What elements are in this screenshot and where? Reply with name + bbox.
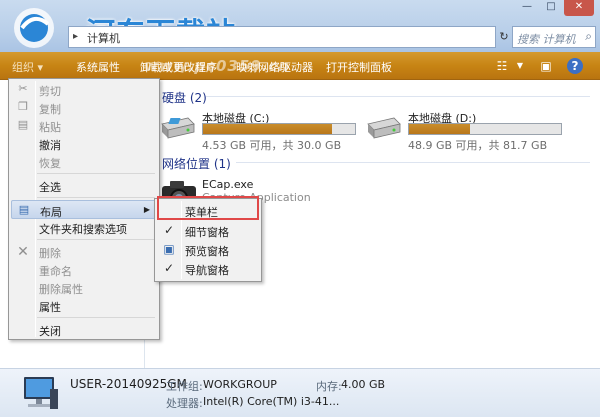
- search-icon: ⌕: [585, 29, 592, 43]
- menu-item-copy[interactable]: ❐ 复制: [11, 98, 157, 117]
- menu-item-label: 删除属性: [39, 283, 83, 296]
- submenu-item-preview-pane[interactable]: ▣ 预览窗格: [157, 240, 259, 259]
- menu-separator: [37, 317, 155, 318]
- watermark-url: www.pc0359.cn: [144, 57, 290, 75]
- command-bar: 组织 ▾ 系统属性 卸载或更改程序 映射网络驱动器 打开控制面板 ☷ ▼ ▣ ?: [0, 52, 600, 80]
- address-bar[interactable]: ▸ 计算机: [68, 26, 496, 48]
- submenu-item-navigation-pane[interactable]: ✓ 导航窗格: [157, 259, 259, 278]
- group-header-hard-disks[interactable]: 硬盘 (2): [162, 89, 207, 106]
- processor-label: 处理器:: [166, 397, 203, 410]
- menu-item-paste[interactable]: ▤ 粘贴: [11, 116, 157, 135]
- menu-item-label: 恢复: [39, 157, 61, 170]
- menu-separator: [37, 197, 155, 198]
- context-menu: ✂ 剪切 ❐ 复制 ▤ 粘贴 撤消 恢复 全选 ▤ 布局 ▶ 文件夹和搜索选项 …: [8, 78, 160, 340]
- maximize-button[interactable]: □: [540, 0, 562, 16]
- title-bar: 河东下载站 — □ ✕ ▸ 计算机 ↻ 搜索 计算机 ⌕: [0, 0, 600, 52]
- menu-item-label: 全选: [39, 181, 61, 194]
- submenu-arrow-icon: ▶: [143, 205, 150, 214]
- drive-c-free-space: 4.53 GB 可用，共 30.0 GB: [202, 139, 342, 152]
- menu-item-rename[interactable]: 重命名: [11, 260, 157, 279]
- menu-item-label: 删除: [39, 247, 61, 260]
- computer-icon: [24, 377, 58, 409]
- close-button[interactable]: ✕: [564, 0, 594, 16]
- watermark-logo: [14, 8, 54, 48]
- menu-item-layout[interactable]: ▤ 布局 ▶: [11, 200, 157, 219]
- menu-item-delete[interactable]: ✕ 删除: [11, 242, 157, 261]
- highlight-callout-box: [157, 196, 259, 220]
- group-header-network-locations[interactable]: 网络位置 (1): [162, 155, 231, 172]
- memory-value: 4.00 GB: [341, 378, 386, 391]
- group-divider: [206, 96, 590, 97]
- checkmark-icon: ✓: [163, 261, 175, 275]
- memory-label: 内存:: [316, 380, 342, 393]
- menu-item-label: 撤消: [39, 139, 61, 152]
- group-divider: [236, 162, 590, 163]
- menu-item-cut[interactable]: ✂ 剪切: [11, 80, 157, 99]
- drive-d-usage-fill: [409, 124, 470, 134]
- help-icon[interactable]: ?: [567, 58, 583, 74]
- menu-item-label: 细节窗格: [185, 226, 229, 239]
- network-item-name[interactable]: ECap.exe: [202, 178, 253, 191]
- computer-icon: ▸: [73, 31, 79, 42]
- menu-item-redo[interactable]: 恢复: [11, 152, 157, 171]
- submenu-item-details-pane[interactable]: ✓ 细节窗格: [157, 221, 259, 240]
- organize-menu[interactable]: 组织 ▾: [12, 59, 43, 75]
- view-dropdown-icon[interactable]: ▼: [512, 58, 528, 74]
- menu-item-label: 关闭: [39, 325, 61, 338]
- preview-pane-icon: ▣: [163, 242, 175, 256]
- paste-icon: ▤: [17, 118, 29, 131]
- menu-separator: [37, 173, 155, 174]
- open-control-panel-button[interactable]: 打开控制面板: [326, 59, 392, 75]
- drive-d-icon[interactable]: [366, 114, 402, 140]
- search-placeholder: 搜索 计算机: [517, 33, 576, 46]
- address-path: 计算机: [87, 32, 120, 45]
- menu-item-select-all[interactable]: 全选: [11, 176, 157, 195]
- workgroup-value: WORKGROUP: [203, 378, 277, 391]
- drive-c-icon[interactable]: [160, 114, 196, 140]
- refresh-icon[interactable]: ↻: [496, 26, 512, 48]
- menu-item-folder-options[interactable]: 文件夹和搜索选项: [11, 218, 157, 237]
- view-icon[interactable]: ☷: [494, 58, 510, 74]
- copy-icon: ❐: [18, 100, 28, 113]
- delete-icon: ✕: [17, 244, 29, 260]
- menu-item-undo[interactable]: 撤消: [11, 134, 157, 153]
- menu-item-label: 导航窗格: [185, 264, 229, 277]
- menu-item-label: 剪切: [39, 85, 61, 98]
- menu-item-label: 预览窗格: [185, 245, 229, 258]
- preview-pane-icon[interactable]: ▣: [538, 58, 554, 74]
- scissors-icon: ✂: [18, 82, 28, 95]
- menu-item-label: 属性: [39, 301, 61, 314]
- drive-c-usage-bar: [202, 123, 356, 135]
- drive-c-usage-fill: [203, 124, 333, 134]
- search-input[interactable]: 搜索 计算机 ⌕: [512, 26, 596, 48]
- minimize-button[interactable]: —: [516, 0, 538, 16]
- workgroup-label: 工作组:: [166, 380, 203, 393]
- menu-item-properties[interactable]: 属性: [11, 296, 157, 315]
- system-properties-button[interactable]: 系统属性: [76, 59, 120, 75]
- menu-item-label: 重命名: [39, 265, 72, 278]
- menu-item-label: 复制: [39, 103, 61, 116]
- menu-item-label: 文件夹和搜索选项: [39, 223, 127, 236]
- layout-icon: ▤: [18, 203, 30, 216]
- menu-separator: [37, 239, 155, 240]
- menu-item-remove-properties[interactable]: 删除属性: [11, 278, 157, 297]
- menu-item-close[interactable]: 关闭: [11, 320, 157, 339]
- details-pane: USER-20140925GM 工作组: WORKGROUP 内存: 4.00 …: [0, 368, 600, 417]
- drive-d-free-space: 48.9 GB 可用，共 81.7 GB: [408, 139, 548, 152]
- drive-d-usage-bar: [408, 123, 562, 135]
- checkmark-icon: ✓: [163, 223, 175, 237]
- menu-item-label: 粘贴: [39, 121, 61, 134]
- processor-value: Intel(R) Core(TM) i3-41...: [203, 395, 340, 408]
